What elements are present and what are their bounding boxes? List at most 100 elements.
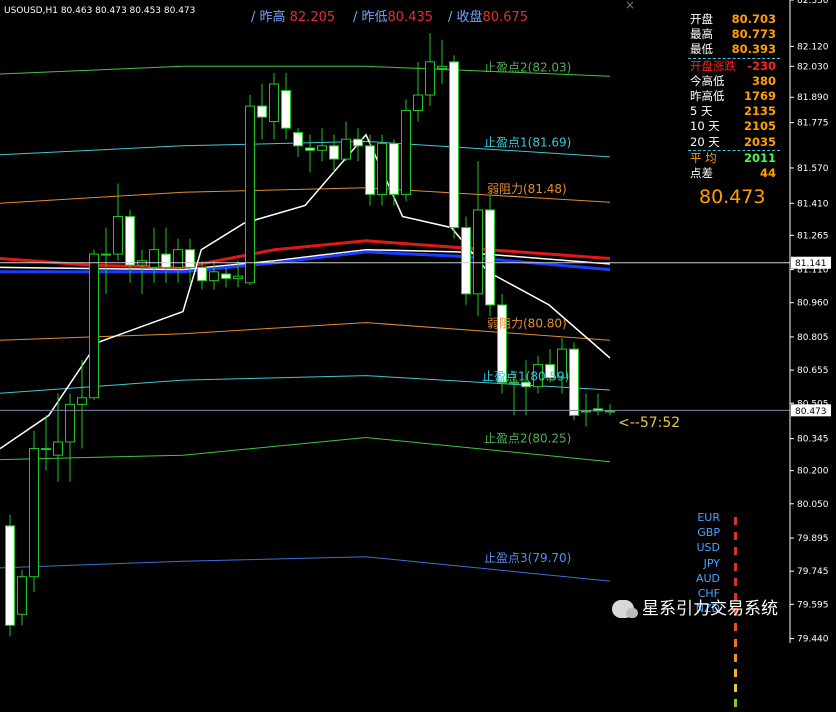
stats-value: 2011 <box>743 150 776 165</box>
candle-body <box>113 216 123 255</box>
stats-row: 昨高低 1769 <box>688 89 780 104</box>
candle-body <box>485 209 495 306</box>
y-tick-label: 80.805 <box>797 333 829 343</box>
strength-bars <box>734 544 739 586</box>
stats-row: 开盘 80.703 <box>688 12 780 27</box>
currency-name: USD <box>696 541 720 555</box>
candle-body <box>41 448 51 451</box>
y-tick-label: 80.200 <box>797 467 829 477</box>
stats-label: 今高低 <box>690 73 725 88</box>
y-tick-label: 82.330 <box>797 0 829 6</box>
candle-body <box>269 83 279 123</box>
currency-name: GBP <box>697 526 720 540</box>
stats-label: 最低 <box>690 42 713 57</box>
strength-bar <box>734 562 737 571</box>
y-tick-label: 81.410 <box>797 199 829 209</box>
candle-body <box>473 209 483 295</box>
y-tick-label: 79.895 <box>797 534 829 544</box>
stats-value: 2035 <box>743 134 776 149</box>
stats-row: 最低 80.393 <box>688 42 780 57</box>
currency-name: EUR <box>697 511 720 524</box>
watermark: 星系引力交易系统 <box>612 594 778 619</box>
stats-row: 开盘涨跌 -230 <box>688 57 780 74</box>
level-label: 止盈点2(82.03) <box>484 60 571 74</box>
candle-body <box>401 109 411 195</box>
price-tag-label: 80.473 <box>795 407 827 417</box>
current-price: 80.473 <box>699 186 766 208</box>
candle-body <box>29 448 39 578</box>
candle-body <box>197 266 207 282</box>
candle-body <box>413 94 423 111</box>
candle-body <box>53 441 63 456</box>
candle-body <box>5 525 15 626</box>
level-label: 止盈点1(80.59) <box>482 370 569 384</box>
stats-value: -230 <box>747 58 776 73</box>
candle-body <box>245 105 255 284</box>
stats-value: 2135 <box>743 104 776 119</box>
stats-value: 1769 <box>743 88 776 103</box>
stats-row: 10 天 2105 <box>688 119 780 134</box>
candle-body <box>377 143 387 195</box>
candle-body <box>365 145 375 195</box>
candle-body <box>233 275 243 279</box>
y-tick-label: 80.655 <box>797 366 829 376</box>
close-icon[interactable]: × <box>625 0 635 12</box>
y-tick-label: 81.570 <box>797 164 829 174</box>
prev-low: / 昨低80.435 <box>353 10 434 25</box>
candle-body <box>77 397 87 405</box>
candle-body <box>257 105 267 118</box>
stats-label: 5 天 <box>690 104 713 119</box>
wechat-icon <box>612 600 638 618</box>
y-tick-label: 82.030 <box>797 62 829 72</box>
candle-body <box>101 253 111 256</box>
stats-row: 今高低 380 <box>688 74 780 89</box>
level-label: 止盈点2(80.25) <box>484 432 571 446</box>
stats-row: 点差 44 <box>688 166 780 181</box>
y-tick-label: 79.440 <box>797 635 829 643</box>
candle-body <box>329 145 339 160</box>
strength-bars <box>734 575 739 662</box>
y-tick-label: 79.595 <box>797 600 829 610</box>
candle-body <box>341 138 351 160</box>
stats-row: 20 天 2035 <box>688 135 780 150</box>
candle-body <box>581 410 591 413</box>
level-label: 弱阻力(81.48) <box>487 182 567 196</box>
stats-row: 最高 80.773 <box>688 27 780 42</box>
candle-body <box>293 132 303 147</box>
strength-bar <box>734 532 737 541</box>
stats-label: 开盘 <box>690 12 713 26</box>
y-tick-label: 80.050 <box>797 500 829 510</box>
bar-countdown: <--57:52 <box>618 415 681 431</box>
candle-body <box>317 145 327 151</box>
stats-label: 最高 <box>690 27 713 42</box>
y-tick-label: 81.775 <box>797 119 829 129</box>
candle-body <box>89 253 99 399</box>
currency-name: JPY <box>703 556 720 570</box>
strength-bar <box>734 699 737 708</box>
prev-high: / 昨高 82.205 <box>251 10 336 25</box>
strength-bars <box>734 560 739 647</box>
stats-label: 开盘涨跌 <box>690 58 736 73</box>
candle-body <box>161 253 171 268</box>
candle-body <box>461 227 471 295</box>
stats-label: 平 均 <box>690 150 717 165</box>
price-tag-label: 81.141 <box>795 259 827 269</box>
y-tick-label: 80.960 <box>797 299 829 309</box>
candle-body <box>221 273 231 279</box>
candle-body <box>185 249 195 268</box>
stats-label: 点差 <box>690 165 713 180</box>
strength-bar <box>734 547 737 556</box>
y-tick-label: 81.265 <box>797 231 829 241</box>
candle-body <box>425 61 435 96</box>
strength-bars <box>734 529 739 647</box>
candle-body <box>449 61 459 229</box>
candle-body <box>389 143 399 195</box>
stats-value: 380 <box>751 73 776 88</box>
stats-value: 80.773 <box>731 27 776 42</box>
candle-body <box>437 65 447 69</box>
level-label: 止盈点3(79.70) <box>484 551 571 565</box>
stats-label: 10 天 <box>690 119 720 134</box>
candle-body <box>125 216 135 266</box>
strength-bar <box>734 517 737 525</box>
stats-value: 80.393 <box>731 42 776 57</box>
